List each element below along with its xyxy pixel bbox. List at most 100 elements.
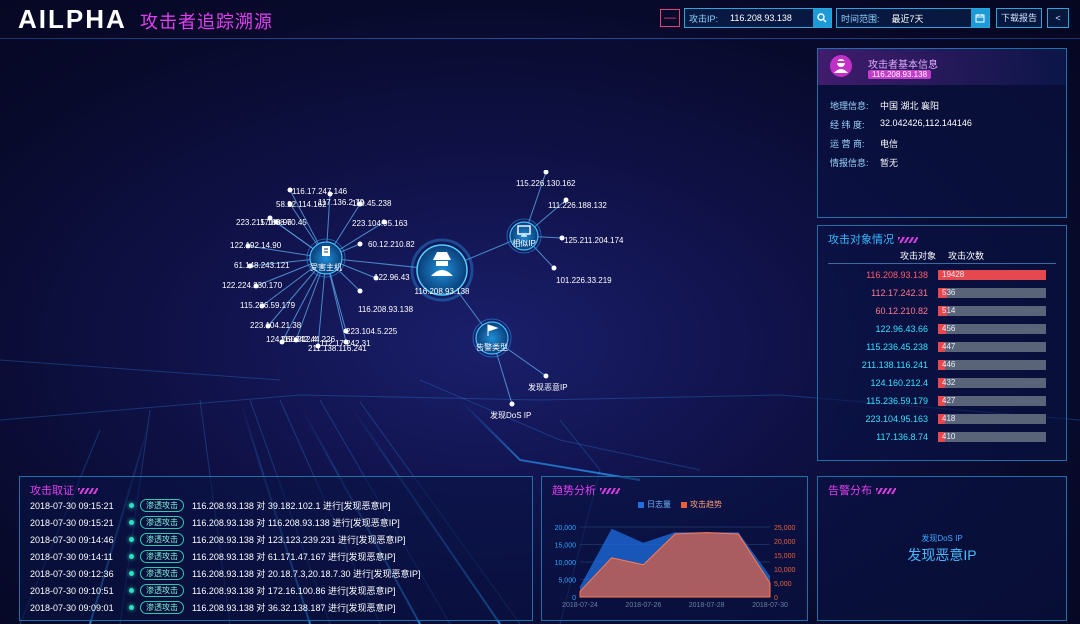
evidence-tag: 渗透攻击 xyxy=(140,516,184,529)
count-value: 514 xyxy=(942,306,956,315)
graph-leaf-label: 211.138.116.241 xyxy=(308,344,367,353)
info-value: 电信 xyxy=(880,139,899,149)
targets-table-header: 攻击对象 攻击次数 xyxy=(818,249,1066,262)
info-row: 地理信息: 中国 湖北 襄阳 xyxy=(830,99,972,118)
target-row[interactable]: 223.104.95.163 418 xyxy=(818,410,1046,428)
y-right-tick: 0 xyxy=(774,595,778,602)
evidence-row[interactable]: 2018-07-30 09:12:36 渗透攻击 116.208.93.138 对 … xyxy=(30,565,420,582)
target-row[interactable]: 116.208.93.138 19428 xyxy=(818,266,1046,284)
trend-panel-title: 趋势分析 xyxy=(542,477,807,498)
target-ip: 115.236.45.238 xyxy=(866,342,928,352)
calendar-icon[interactable] xyxy=(971,9,989,27)
back-button[interactable]: < xyxy=(1047,8,1069,28)
trend-legend: 日志量 攻击趋势 xyxy=(638,499,722,510)
time-field-value[interactable]: 最近7天 xyxy=(884,12,971,25)
evidence-time: 2018-07-30 09:09:01 xyxy=(30,602,114,613)
graph-leaf-label: 122.192.14.90 xyxy=(230,241,282,250)
header-divider xyxy=(0,38,1080,39)
info-row: 情报信息: 暂无 xyxy=(830,156,972,175)
attacker-ip-field[interactable]: 攻击IP: 116.208.93.138 xyxy=(684,8,832,28)
attacker-info-title: 攻击者基本信息 xyxy=(868,60,938,71)
graph-leaf-label: 223.104.21.38 xyxy=(250,321,302,330)
count-bar: 536 xyxy=(938,288,1046,298)
evidence-tag: 渗透攻击 xyxy=(140,533,184,546)
target-ip: 122.96.43.66 xyxy=(875,324,928,334)
evidence-row[interactable]: 2018-07-30 09:14:46 渗透攻击 116.208.93.138 对 … xyxy=(30,531,420,548)
evidence-row[interactable]: 2018-07-30 09:15:21 渗透攻击 116.208.93.138 对 … xyxy=(30,514,420,531)
x-tick: 2018-07-24 xyxy=(562,602,598,609)
target-ip: 117.136.8.74 xyxy=(876,432,928,442)
graph-leaf-label: 发现恶意IP xyxy=(528,382,568,392)
download-report-button[interactable]: 下载报告 xyxy=(996,8,1042,28)
time-range-field[interactable]: 时间范围: 最近7天 xyxy=(836,8,990,28)
y-right-tick: 10,000 xyxy=(774,567,796,574)
target-row[interactable]: 115.236.59.179 427 xyxy=(818,392,1046,410)
count-value: 410 xyxy=(942,432,956,441)
info-value: 暂无 xyxy=(880,158,899,168)
graph-leaf-label: 60.12.210.82 xyxy=(368,240,415,249)
evidence-text: 116.208.93.138 对 39.182.102.1 进行[发现恶意IP] xyxy=(192,501,391,511)
victim-hub-node[interactable]: 受害主机 xyxy=(306,238,346,278)
graph-leaf-label: 122.224.230.170 xyxy=(222,281,283,290)
count-bar: 410 xyxy=(938,432,1046,442)
relationship-graph: 116.17.247.14658.22.114.162117.136.2.791… xyxy=(222,170,624,420)
count-value: 432 xyxy=(942,378,956,387)
graph-leaf-node[interactable] xyxy=(357,288,363,294)
y-right-tick: 20,000 xyxy=(774,539,796,546)
evidence-panel: 攻击取证 2018-07-30 09:15:21 渗透攻击 116.208.93.1… xyxy=(19,476,533,621)
evidence-time: 2018-07-30 09:14:11 xyxy=(30,551,113,562)
attacker-ip-badge: 116.208.93.138 xyxy=(868,70,932,79)
graph-leaf-node[interactable] xyxy=(543,373,549,379)
count-bar: 432 xyxy=(938,378,1046,388)
info-key: 地理信息: xyxy=(830,101,869,111)
similar-ip-hub-node[interactable]: 相似IP xyxy=(506,218,542,254)
target-ip: 124.160.212.4 xyxy=(870,378,928,388)
similar-ip-hub-node-label: 相似IP xyxy=(512,238,536,248)
graph-leaf-node[interactable] xyxy=(509,401,515,407)
evidence-row[interactable]: 2018-07-30 09:09:01 渗透攻击 116.208.93.138 对 … xyxy=(30,599,420,616)
evidence-time: 2018-07-30 09:15:21 xyxy=(30,517,114,528)
target-ip: 112.17.242.31 xyxy=(871,288,928,298)
info-row: 经 纬 度: 32.042426,112.144146 xyxy=(830,118,972,137)
collapse-button[interactable]: — xyxy=(660,9,680,27)
graph-leaf-node[interactable] xyxy=(551,265,557,271)
y-left-tick: 15,000 xyxy=(555,543,577,550)
evidence-tag: 渗透攻击 xyxy=(140,550,184,563)
x-tick: 2018-07-26 xyxy=(625,602,661,609)
timeline-dot xyxy=(129,520,134,525)
target-row[interactable]: 117.136.8.74 410 xyxy=(818,428,1046,446)
evidence-row[interactable]: 2018-07-30 09:15:21 渗透攻击 116.208.93.138 对 … xyxy=(30,497,420,514)
time-field-label: 时间范围: xyxy=(841,13,880,24)
ip-field-value[interactable]: 116.208.93.138 xyxy=(722,13,813,23)
alert-distribution-panel: 告警分布 发现DoS IP 发现恶意IP xyxy=(817,476,1067,621)
graph-leaf-node[interactable] xyxy=(543,170,549,175)
graph-leaf-node[interactable] xyxy=(357,241,363,247)
target-row[interactable]: 124.160.212.4 432 xyxy=(818,374,1046,392)
target-row[interactable]: 211.138.116.241 446 xyxy=(818,356,1046,374)
evidence-row[interactable]: 2018-07-30 09:14:11 渗透攻击 116.208.93.138 对 … xyxy=(30,548,420,565)
graph-leaf-label: 125.211.204.174 xyxy=(564,236,624,245)
evidence-time: 2018-07-30 09:14:46 xyxy=(30,534,114,545)
count-value: 19428 xyxy=(942,270,965,279)
graph-leaf-label: 111.226.188.132 xyxy=(548,201,607,210)
evidence-row[interactable]: 2018-07-30 09:10:51 渗透攻击 116.208.93.138 对 … xyxy=(30,582,420,599)
info-key: 经 纬 度: xyxy=(830,120,865,130)
victim-hub-node-label: 受害主机 xyxy=(310,262,342,272)
evidence-panel-title: 攻击取证 xyxy=(20,477,532,498)
target-row[interactable]: 60.12.210.82 514 xyxy=(818,302,1046,320)
attacker-center-node[interactable]: 116.208.93.138 xyxy=(410,238,474,302)
alert-type-hub-node[interactable]: 告警类型 xyxy=(472,318,512,358)
graph-leaf-label: 116.17.247.146 xyxy=(292,187,348,196)
graph-leaf-node[interactable] xyxy=(327,191,333,197)
search-icon[interactable] xyxy=(813,9,831,27)
timeline-dot xyxy=(129,571,134,576)
evidence-text: 116.208.93.138 对 123.123.239.231 进行[发现恶意… xyxy=(192,535,406,545)
count-bar: 456 xyxy=(938,324,1046,334)
target-row[interactable]: 122.96.43.66 456 xyxy=(818,320,1046,338)
target-row[interactable]: 112.17.242.31 536 xyxy=(818,284,1046,302)
info-value: 32.042426,112.144146 xyxy=(880,118,972,128)
info-key: 运 营 商: xyxy=(830,139,865,149)
target-row[interactable]: 115.236.45.238 447 xyxy=(818,338,1046,356)
graph-leaf-label: 223.104.95.163 xyxy=(352,219,408,228)
targets-table-body: 116.208.93.138 19428 112.17.242.31 536 60.12… xyxy=(818,266,1046,446)
